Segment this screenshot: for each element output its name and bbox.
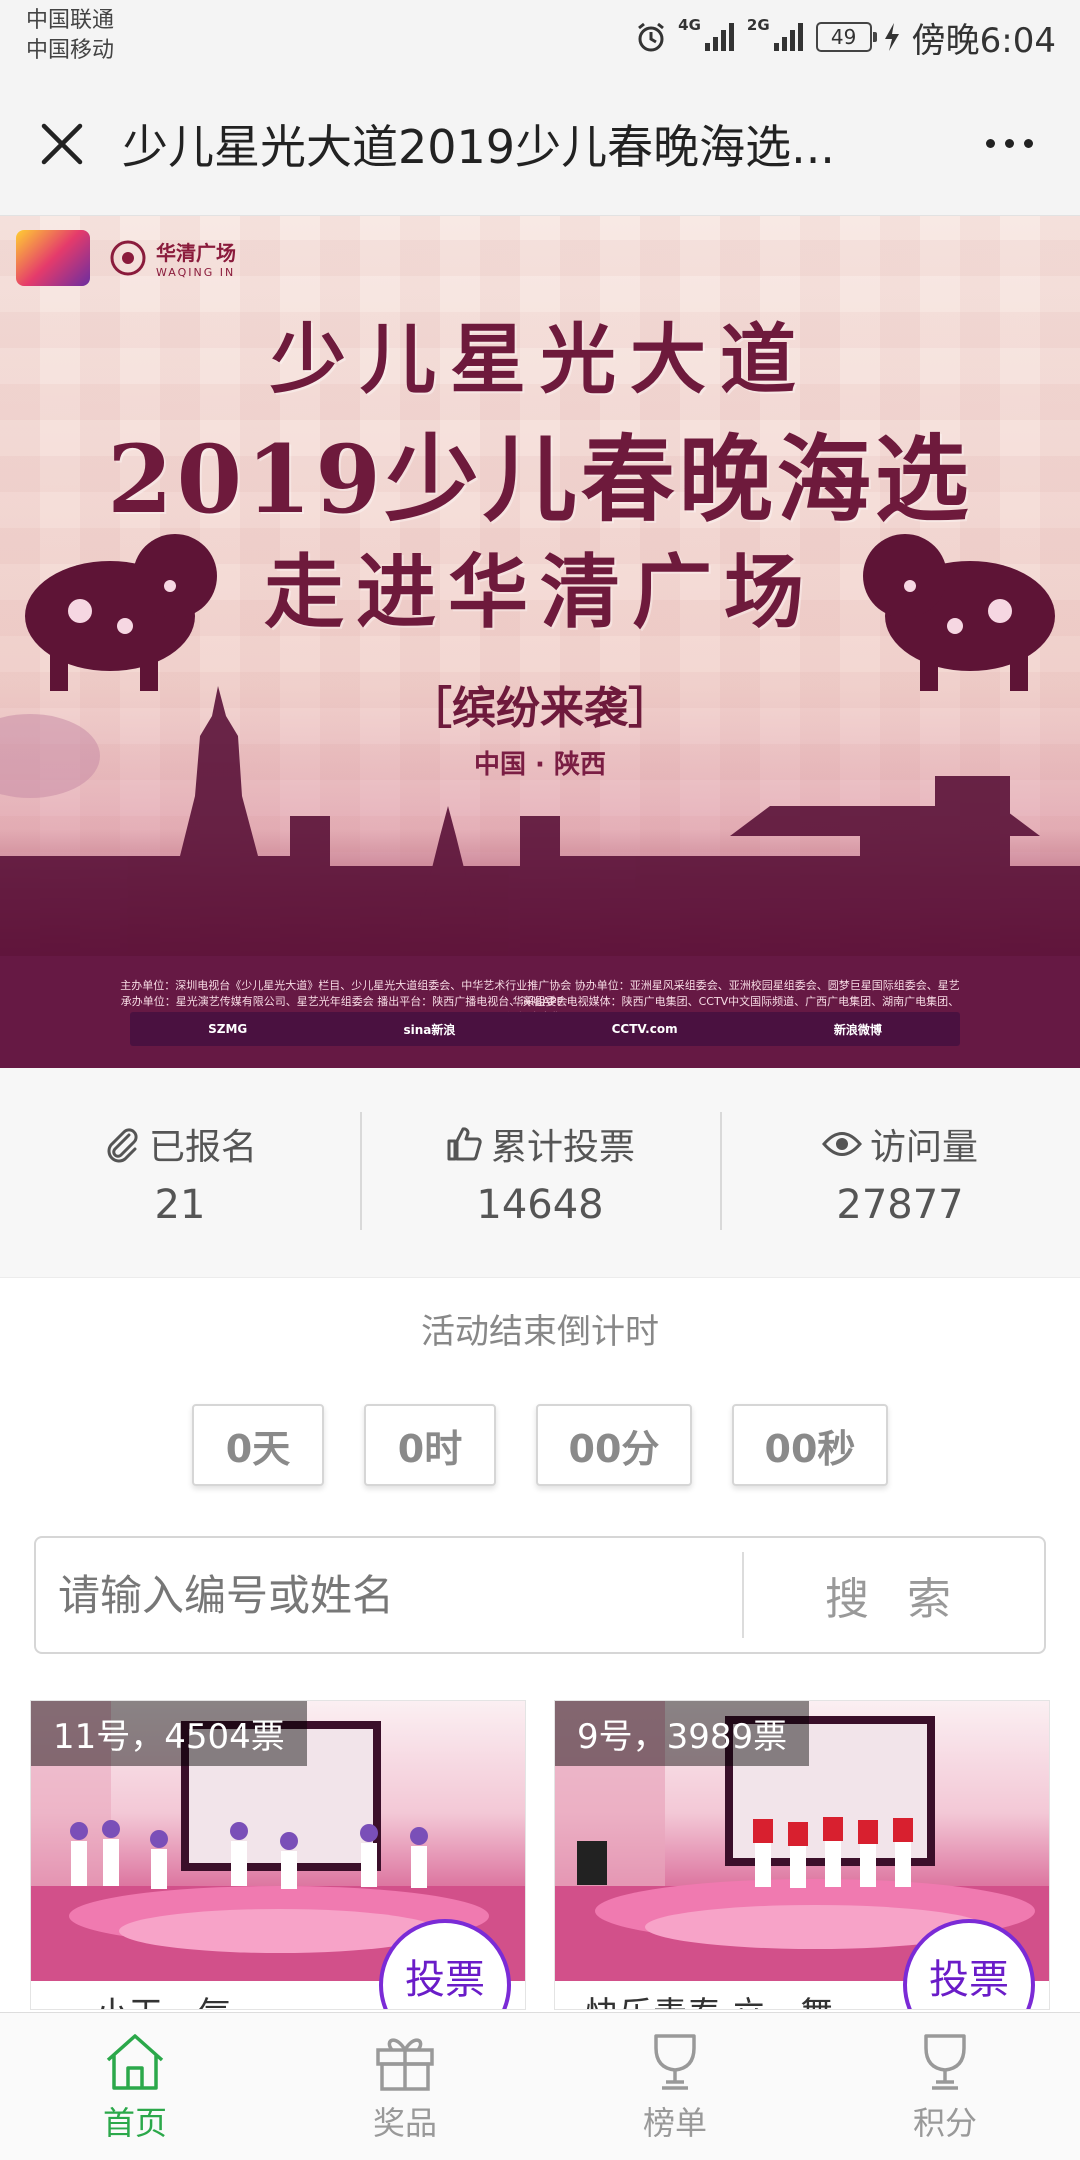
nav-points[interactable]: 积分 (810, 2013, 1080, 2160)
countdown-timer: 0天 0时 00分 00秒 (0, 1404, 1080, 1486)
banner-tagline: ［缤纷来袭］ (408, 683, 672, 734)
bottom-nav: 首页 奖品 榜单 积分 (0, 2012, 1080, 2160)
event-banner: 华清广场 WAQING IN 少儿星光大道 2019少儿春晚海选 走进华清广场 … (0, 216, 1080, 1068)
signal-1-icon (704, 23, 734, 51)
countdown-days: 0天 (192, 1404, 324, 1486)
nav-ranking-label: 榜单 (642, 2103, 707, 2142)
contestant-name: …小天…气… (61, 1987, 265, 2009)
status-bar: 中国联通 中国移动 4G 2G 49 傍晚6:04 (0, 0, 1080, 72)
contestant-number-votes: 11号，4504票 (31, 1701, 307, 1766)
countdown-seconds: 00秒 (732, 1404, 888, 1486)
contestant-number-votes: 9号，3989票 (555, 1701, 810, 1766)
banner-headline-1: 少儿星光大道 (270, 315, 810, 404)
stat-registered-label: 已报名 (148, 1126, 257, 1168)
signal-2-icon (773, 23, 803, 51)
flower-logo-icon (110, 240, 146, 276)
sponsor-logo: SZMG (208, 1022, 248, 1036)
stat-votes-label-row: 累计投票 (445, 1118, 635, 1170)
battery-icon: 49 (815, 22, 877, 52)
close-button[interactable] (30, 112, 94, 176)
search-button[interactable]: 搜 索 (744, 1538, 1044, 1652)
stat-votes-value: 14648 (476, 1181, 604, 1228)
eye-icon (822, 1131, 862, 1156)
contestant-card[interactable]: 9号，3989票 快乐青春 立…舞… 投票 (554, 1700, 1050, 2010)
status-icons: 4G 2G 49 傍晚6:04 (634, 12, 1056, 62)
more-dot-icon (1004, 139, 1014, 148)
nav-home-label: 首页 (102, 2103, 167, 2142)
carrier-1: 中国联通 (26, 8, 115, 33)
sponsor-logo: 新浪微博 (833, 1022, 882, 1037)
countdown-title: 活动结束倒计时 (421, 1312, 659, 1352)
logo-subtext: WAQING IN (156, 266, 236, 279)
clock: 傍晚6:04 (911, 20, 1056, 61)
title-bar: 少儿星光大道2019少儿春晚海选... (0, 72, 1080, 216)
stat-visits-value: 27877 (836, 1181, 964, 1228)
sponsor-logo: sina新浪 (403, 1022, 456, 1037)
more-menu-button[interactable] (974, 114, 1044, 174)
alarm-icon (638, 22, 665, 52)
contestant-name: 快乐青春 立…舞… (585, 1987, 868, 2009)
battery-level: 49 (830, 25, 857, 49)
stat-registered-value: 21 (154, 1181, 206, 1228)
stat-visits: 访问量 27877 (720, 1068, 1080, 1277)
nav-points-label: 积分 (912, 2103, 977, 2142)
banner-headline-3: 走进华清广场 (264, 545, 816, 639)
more-dot-icon (1023, 139, 1033, 148)
stat-registered: 已报名 21 (0, 1068, 360, 1277)
sponsor-strip: SZMG sina新浪 CCTV.com 新浪微博 (130, 1012, 960, 1046)
search-bar: 搜 索 (34, 1536, 1046, 1654)
nav-home[interactable]: 首页 (0, 2013, 270, 2160)
signal-1-label: 4G (678, 16, 701, 34)
paperclip-icon (107, 1127, 138, 1162)
countdown-hours: 0时 (364, 1404, 496, 1486)
huaqing-logo: 华清广场 WAQING IN (108, 237, 236, 279)
stat-votes: 累计投票 14648 (360, 1068, 720, 1277)
nav-ranking[interactable]: 榜单 (540, 2013, 810, 2160)
logo-text: 华清广场 (156, 241, 236, 265)
kids-star-logo (16, 230, 90, 286)
banner-logos: 华清广场 WAQING IN (16, 230, 236, 286)
stats-panel: 已报名 21 累计投票 14648 访问量 27877 (0, 1068, 1080, 1278)
nav-prizes-label: 奖品 (372, 2103, 437, 2142)
countdown-minutes: 00分 (536, 1404, 692, 1486)
banner-headline-2: 2019少儿春晚海选 (107, 425, 973, 535)
stat-visits-label-row: 访问量 (822, 1118, 978, 1170)
search-input[interactable] (36, 1538, 742, 1652)
carrier-2: 中国移动 (26, 38, 115, 63)
thumbs-up-icon (447, 1126, 482, 1160)
page: 中国联通 中国移动 4G 2G 49 傍晚6:04 少儿星光大道2019少儿春晚… (0, 0, 1080, 2160)
close-icon (41, 123, 83, 164)
stat-registered-label-row: 已报名 (103, 1118, 257, 1170)
stat-votes-label: 累计投票 (490, 1126, 635, 1168)
gift-icon (376, 2038, 434, 2091)
carrier-info: 中国联通 中国移动 (26, 6, 114, 66)
page-title: 少儿星光大道2019少儿春晚海选... (122, 119, 835, 174)
signal-2-label: 2G (746, 16, 770, 34)
stat-visits-label: 访问量 (869, 1126, 978, 1168)
banner-location: 中国 · 陕西 (474, 750, 606, 780)
trophy-icon (924, 2033, 966, 2090)
contestant-card[interactable]: 11号，4504票 …小天…气… 投票 (30, 1700, 526, 2010)
charging-icon (884, 23, 899, 51)
home-icon (106, 2033, 164, 2090)
more-dot-icon (985, 139, 995, 148)
sponsor-logo: CCTV.com (611, 1022, 678, 1036)
nav-prizes[interactable]: 奖品 (270, 2013, 540, 2160)
trophy-icon (654, 2033, 696, 2090)
